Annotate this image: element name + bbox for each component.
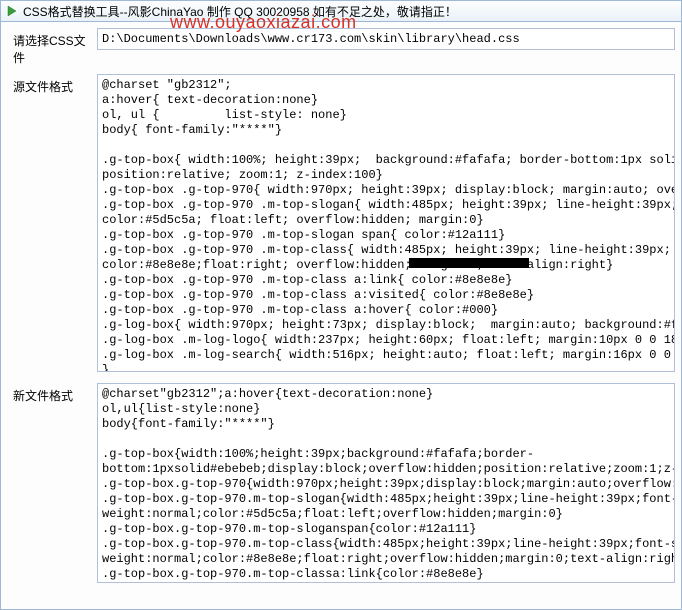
source-row: 源文件格式 bbox=[7, 74, 675, 375]
new-label: 新文件格式 bbox=[7, 383, 97, 404]
file-path-row: 请选择CSS文件 bbox=[7, 28, 675, 66]
choose-file-label: 请选择CSS文件 bbox=[7, 28, 97, 66]
source-css-textarea[interactable] bbox=[97, 74, 675, 372]
redaction-bar bbox=[409, 258, 529, 268]
new-css-textarea[interactable] bbox=[97, 383, 675, 583]
watermark-text: www.ouyaoxiazai.com bbox=[170, 12, 357, 33]
app-icon bbox=[5, 4, 19, 18]
source-label: 源文件格式 bbox=[7, 74, 97, 95]
new-row: 新文件格式 bbox=[7, 383, 675, 586]
client-area: 请选择CSS文件 源文件格式 新文件格式 bbox=[0, 22, 682, 610]
